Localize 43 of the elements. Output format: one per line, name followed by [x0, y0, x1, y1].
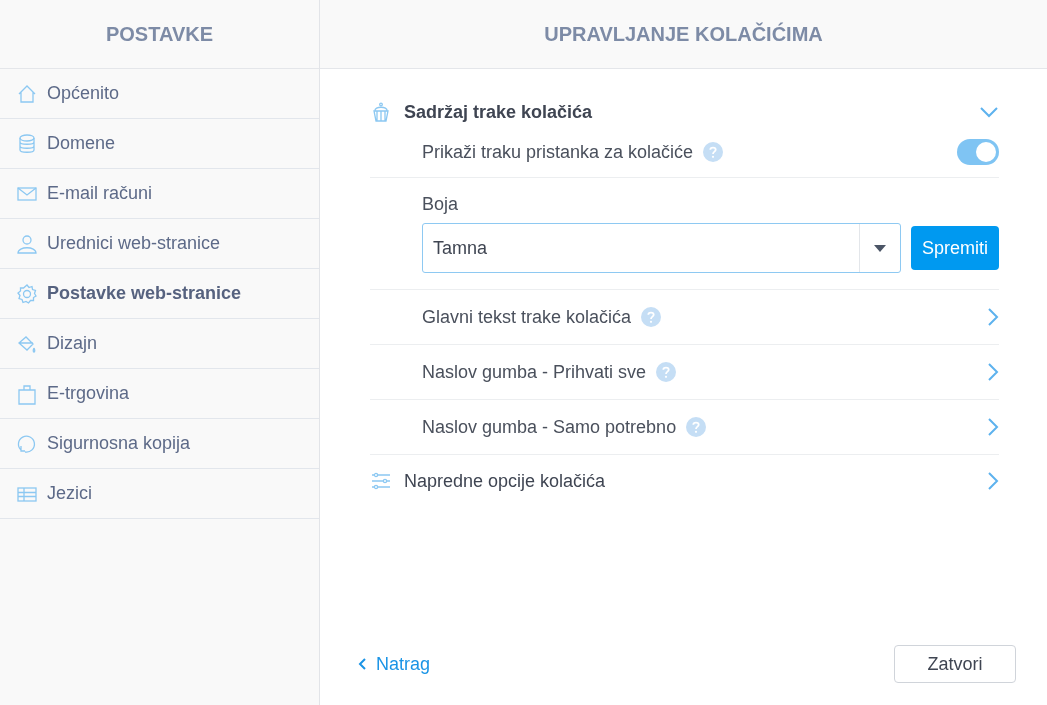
- chevron-right-icon[interactable]: [987, 417, 999, 437]
- color-dropdown[interactable]: Tamna: [422, 223, 901, 273]
- sidebar-item[interactable]: Domene: [0, 119, 319, 169]
- close-button[interactable]: Zatvori: [894, 645, 1016, 683]
- setting-row[interactable]: Naslov gumba - Prihvati sve: [370, 345, 999, 400]
- gear-icon: [16, 282, 38, 305]
- setting-label: Naslov gumba - Prihvati sve: [422, 361, 647, 383]
- cupcake-icon: [370, 101, 392, 123]
- person-icon: [16, 232, 38, 255]
- circular-arrow-icon: [16, 432, 38, 455]
- page-title: UPRAVLJANJE KOLAČIĆIMA: [320, 0, 1047, 69]
- help-icon[interactable]: [641, 307, 662, 327]
- setting-label: Glavni tekst trake kolačića: [422, 306, 632, 328]
- shopping-bag-icon: [16, 382, 38, 405]
- chevron-left-icon: [358, 658, 366, 670]
- sidebar-item[interactable]: Urednici web-stranice: [0, 219, 319, 269]
- help-icon[interactable]: [656, 362, 677, 382]
- sidebar-item[interactable]: Općenito: [0, 69, 319, 119]
- sidebar-item[interactable]: Dizajn: [0, 319, 319, 369]
- database-icon: [16, 132, 38, 155]
- help-icon[interactable]: [686, 417, 707, 437]
- setting-label: Prikaži traku pristanka za kolačiće: [422, 141, 694, 163]
- setting-row[interactable]: Naslov gumba - Samo potrebno: [370, 400, 999, 454]
- caret-icon: [874, 244, 886, 252]
- sidebar-item[interactable]: E-trgovina: [0, 369, 319, 419]
- sliders-icon: [370, 470, 392, 492]
- setting-label: Naslov gumba - Samo potrebno: [422, 416, 677, 438]
- sidebar-item[interactable]: E-mail računi: [0, 169, 319, 219]
- chevron-right-icon[interactable]: [987, 362, 999, 382]
- setting-row[interactable]: Glavni tekst trake kolačića: [370, 290, 999, 345]
- toggle-switch[interactable]: [957, 139, 999, 165]
- section-header[interactable]: Napredne opcije kolačića: [370, 455, 999, 507]
- chevron-down-icon[interactable]: [979, 106, 999, 118]
- help-icon[interactable]: [703, 142, 724, 162]
- section-header[interactable]: Sadržaj trake kolačića: [370, 89, 999, 135]
- sidebar-item[interactable]: Jezici: [0, 469, 319, 519]
- field-label: Boja: [422, 194, 460, 215]
- chevron-right-icon[interactable]: [987, 307, 999, 327]
- chevron-right-icon[interactable]: [987, 471, 999, 491]
- sidebar-item[interactable]: Postavke web-stranice: [0, 269, 319, 319]
- sidebar-item[interactable]: Sigurnosna kopija: [0, 419, 319, 469]
- back-link[interactable]: Natrag: [358, 653, 431, 675]
- save-button[interactable]: Spremiti: [911, 226, 999, 270]
